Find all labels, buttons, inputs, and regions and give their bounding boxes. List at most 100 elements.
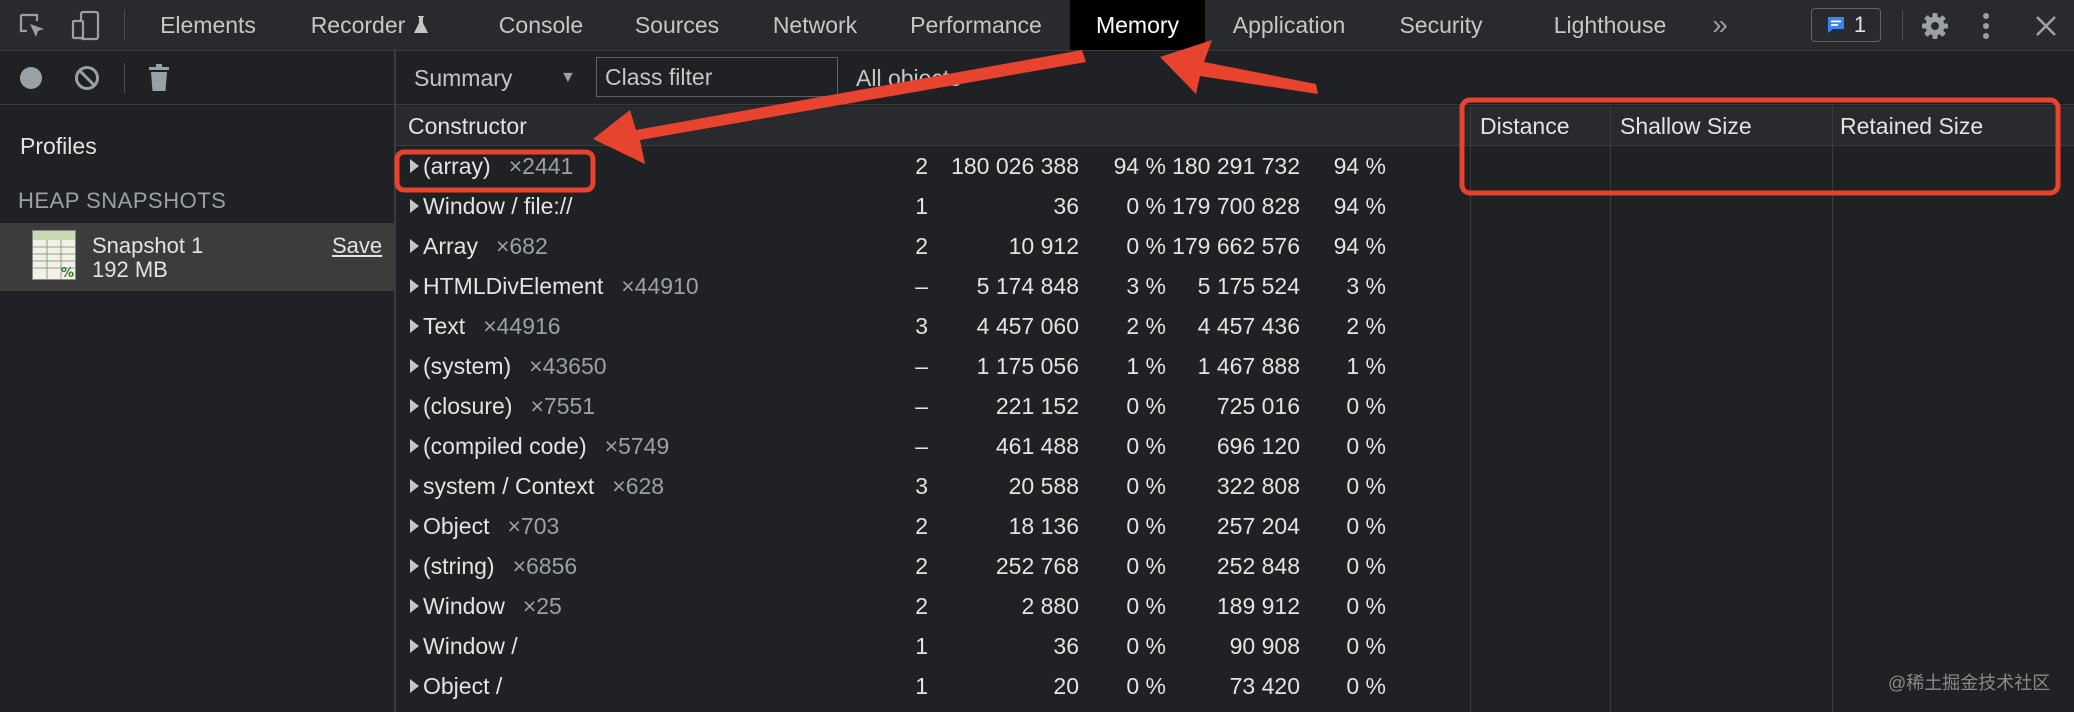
constructor-cell: Text ×44916 [410,306,561,346]
distance-cell: 1 [915,672,928,699]
tab-memory[interactable]: Memory [1070,0,1205,50]
tab-application[interactable]: Application [1218,0,1360,50]
table-row[interactable]: (closure) ×7551 – 221 152 0 % 725 016 0 % [396,386,2074,426]
constructor-cell: (system) ×43650 [410,346,607,386]
retained-size-cell: 189 912 [1216,592,1300,619]
retained-percent-cell: 0 % [1346,592,1386,619]
expand-triangle-icon[interactable] [410,279,419,293]
class-filter-input[interactable] [596,57,838,97]
table-row[interactable]: Window / 1 36 0 % 90 908 0 % [396,626,2074,666]
issues-count: 1 [1853,12,1867,37]
instance-count: ×2441 [508,152,574,179]
object-filter-select[interactable]: All objects [856,65,961,92]
tab-security[interactable]: Security [1372,0,1510,50]
expand-triangle-icon[interactable] [410,359,419,373]
distance-cell: 2 [915,592,928,619]
tab-network[interactable]: Network [752,0,878,50]
view-select[interactable]: Summary [414,65,512,92]
shallow-size-cell: 18 136 [1008,512,1079,539]
issues-button[interactable]: 1 [1811,8,1881,42]
retained-percent-cell: 0 % [1346,472,1386,499]
expand-triangle-icon[interactable] [410,519,419,533]
device-toggle-icon[interactable] [68,0,104,51]
distance-cell: – [915,352,928,379]
header-shallow-size[interactable]: Shallow Size [1620,106,1752,146]
table-row[interactable]: Window ×25 2 2 880 0 % 189 912 0 % [396,586,2074,626]
table-row[interactable]: (string) ×6856 2 252 768 0 % 252 848 0 % [396,546,2074,586]
constructor-name: Array [423,232,478,259]
expand-triangle-icon[interactable] [410,319,419,333]
header-distance[interactable]: Distance [1480,106,1569,146]
table-row[interactable]: Object ×703 2 18 136 0 % 257 204 0 % [396,506,2074,546]
clear-all-icon[interactable] [70,51,104,105]
expand-triangle-icon[interactable] [410,639,419,653]
table-row[interactable]: (array) ×2441 2 180 026 388 94 % 180 291 732 9… [396,146,2074,186]
table-row[interactable]: Array ×682 2 10 912 0 % 179 662 576 94 % [396,226,2074,266]
retained-size-cell: 696 120 [1216,432,1300,459]
expand-triangle-icon[interactable] [410,399,419,413]
retained-size-cell: 725 016 [1216,392,1300,419]
header-constructor[interactable]: Constructor [408,106,527,146]
distance-cell: 3 [915,312,928,339]
table-row[interactable]: Object / 1 20 0 % 73 420 0 % [396,666,2074,706]
retained-percent-cell: 94 % [1333,152,1386,179]
constructor-table: (array) ×2441 2 180 026 388 94 % 180 291 732 9… [396,146,2074,706]
expand-triangle-icon[interactable] [410,679,419,693]
table-row[interactable]: Window / file:// 1 36 0 % 179 700 828 94 % [396,186,2074,226]
close-icon[interactable] [2026,0,2066,51]
shallow-size-cell: 10 912 [1008,232,1079,259]
shallow-size-cell: 252 768 [995,552,1079,579]
instance-count: ×44910 [621,272,699,299]
table-row[interactable]: system / Context ×628 3 20 588 0 % 322 808 0 % [396,466,2074,506]
inspect-icon[interactable] [14,0,50,51]
header-retained-size[interactable]: Retained Size [1840,106,1983,146]
shallow-size-cell: 461 488 [995,432,1079,459]
tab-sources[interactable]: Sources [614,0,740,50]
retained-percent-cell: 0 % [1346,392,1386,419]
record-icon[interactable] [14,51,48,105]
expand-triangle-icon[interactable] [410,439,419,453]
tab-recorder[interactable]: Recorder [290,0,450,50]
expand-triangle-icon[interactable] [410,199,419,213]
expand-triangle-icon[interactable] [410,159,419,173]
save-snapshot-link[interactable]: Save [332,233,382,259]
shallow-size-cell: 180 026 388 [951,152,1079,179]
profiles-toolbar [0,51,396,105]
instance-count: ×682 [495,232,548,259]
table-row[interactable]: (compiled code) ×5749 – 461 488 0 % 696 120 0 … [396,426,2074,466]
more-tabs-button[interactable]: » [1700,0,1740,50]
shallow-percent-cell: 0 % [1126,192,1166,219]
table-row[interactable]: Text ×44916 3 4 457 060 2 % 4 457 436 2 % [396,306,2074,346]
expand-triangle-icon[interactable] [410,479,419,493]
constructor-name: (string) [423,552,495,579]
distance-cell: 2 [915,152,928,179]
retained-size-cell: 257 204 [1216,512,1300,539]
distance-cell: – [915,432,928,459]
snapshot-icon: % [32,230,76,281]
distance-cell: 2 [915,512,928,539]
expand-triangle-icon[interactable] [410,559,419,573]
snapshot-size: 192 MB [92,257,168,282]
tab-performance[interactable]: Performance [890,0,1062,50]
svg-text:%: % [61,266,74,279]
constructor-cell: Window ×25 [410,586,562,626]
heap-snapshots-heading: HEAP SNAPSHOTS [18,188,227,213]
table-row[interactable]: (system) ×43650 – 1 175 056 1 % 1 467 888 1 % [396,346,2074,386]
trash-icon[interactable] [142,51,176,105]
gear-icon[interactable] [1914,0,1956,51]
tab-console[interactable]: Console [478,0,604,50]
constructor-cell: (compiled code) ×5749 [410,426,669,466]
table-row[interactable]: HTMLDivElement ×44910 – 5 174 848 3 % 5 175 5… [396,266,2074,306]
snapshot-item[interactable]: % Snapshot 1 192 MB Save [0,223,394,291]
tab-elements[interactable]: Elements [140,0,276,50]
tab-lighthouse[interactable]: Lighthouse [1540,0,1680,50]
distance-cell: 3 [915,472,928,499]
expand-triangle-icon[interactable] [410,599,419,613]
constructor-name: Window / file:// [423,192,573,219]
expand-triangle-icon[interactable] [410,239,419,253]
shallow-percent-cell: 2 % [1126,312,1166,339]
shallow-percent-cell: 0 % [1126,632,1166,659]
retained-size-cell: 5 175 524 [1197,272,1300,299]
constructor-cell: (string) ×6856 [410,546,577,586]
more-icon[interactable] [1968,0,2004,51]
